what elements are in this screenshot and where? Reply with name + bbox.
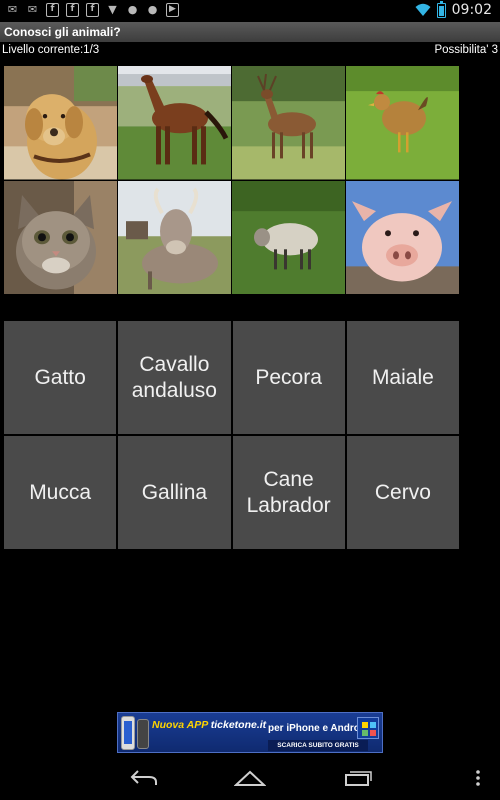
back-button[interactable] (124, 764, 164, 792)
title-bar: Conosci gli animali? (0, 22, 500, 42)
ad-headline-prefix: Nuova APP (152, 719, 211, 731)
android-icon: ● (147, 3, 158, 16)
chances-indicator: Possibilita' 3 (434, 44, 498, 56)
overflow-menu-icon (476, 770, 480, 786)
pig-photo[interactable] (346, 180, 459, 294)
navigation-bar (0, 756, 500, 800)
answer-button-gallina[interactable]: Gallina (118, 436, 231, 549)
cat-photo[interactable] (4, 180, 117, 294)
dog-photo[interactable] (4, 66, 117, 180)
ad-headline: Nuova APP ticketone.it (152, 719, 266, 731)
android-icon: ● (127, 3, 138, 16)
recent-apps-button[interactable] (338, 764, 378, 792)
gmail-icon: ✉ (27, 3, 38, 16)
facebook-icon: f (46, 3, 59, 17)
clock: 09:02 (451, 2, 492, 18)
answer-button-mucca[interactable]: Mucca (4, 436, 117, 549)
phone-icon (121, 716, 135, 750)
facebook-icon: f (86, 3, 99, 17)
gmail-icon: ✉ (7, 3, 18, 16)
answer-grid: Gatto Cavallo andaluso Pecora Maiale Muc… (4, 321, 459, 549)
answer-button-maiale[interactable]: Maiale (346, 321, 459, 434)
horse-photo[interactable] (118, 66, 231, 180)
ad-cta: SCARICA SUBITO GRATIS (268, 740, 368, 751)
recent-apps-icon (345, 771, 372, 786)
status-bar: ✉ ✉ f f f ▼ ● ● ▶ 09:02 (0, 0, 500, 22)
answer-button-cavallo-andaluso[interactable]: Cavallo andaluso (118, 321, 231, 434)
phone-icon (137, 719, 149, 749)
answer-button-cervo[interactable]: Cervo (346, 436, 459, 549)
ad-logo-icon (357, 717, 379, 739)
level-indicator: Livello corrente:1/3 (2, 44, 100, 56)
ad-brand: ticketone.it (210, 719, 267, 731)
ad-banner[interactable]: Nuova APP ticketone.it per iPhone e Andr… (117, 712, 383, 753)
animal-image-grid (4, 66, 459, 294)
back-icon (130, 770, 157, 785)
play-icon: ▶ (166, 3, 179, 17)
download-icon: ▼ (108, 3, 117, 16)
system-icons: 09:02 (415, 0, 492, 18)
ad-subline: per iPhone e Android (268, 723, 369, 734)
home-icon (234, 770, 266, 786)
hen-photo[interactable] (346, 66, 459, 180)
cow-photo[interactable] (118, 180, 231, 294)
answer-button-pecora[interactable]: Pecora (232, 321, 345, 434)
home-button[interactable] (230, 764, 270, 792)
facebook-icon: f (66, 3, 79, 17)
battery-icon (436, 0, 446, 18)
sheep-photo[interactable] (232, 180, 345, 294)
menu-button[interactable] (458, 764, 498, 792)
deer-photo[interactable] (232, 66, 345, 180)
answer-button-gatto[interactable]: Gatto (4, 321, 117, 434)
app-title: Conosci gli animali? (4, 25, 121, 39)
wifi-icon (415, 3, 431, 16)
notification-icons: ✉ ✉ f f f ▼ ● ● ▶ (6, 3, 179, 17)
answer-button-cane-labrador[interactable]: Cane Labrador (232, 436, 345, 549)
